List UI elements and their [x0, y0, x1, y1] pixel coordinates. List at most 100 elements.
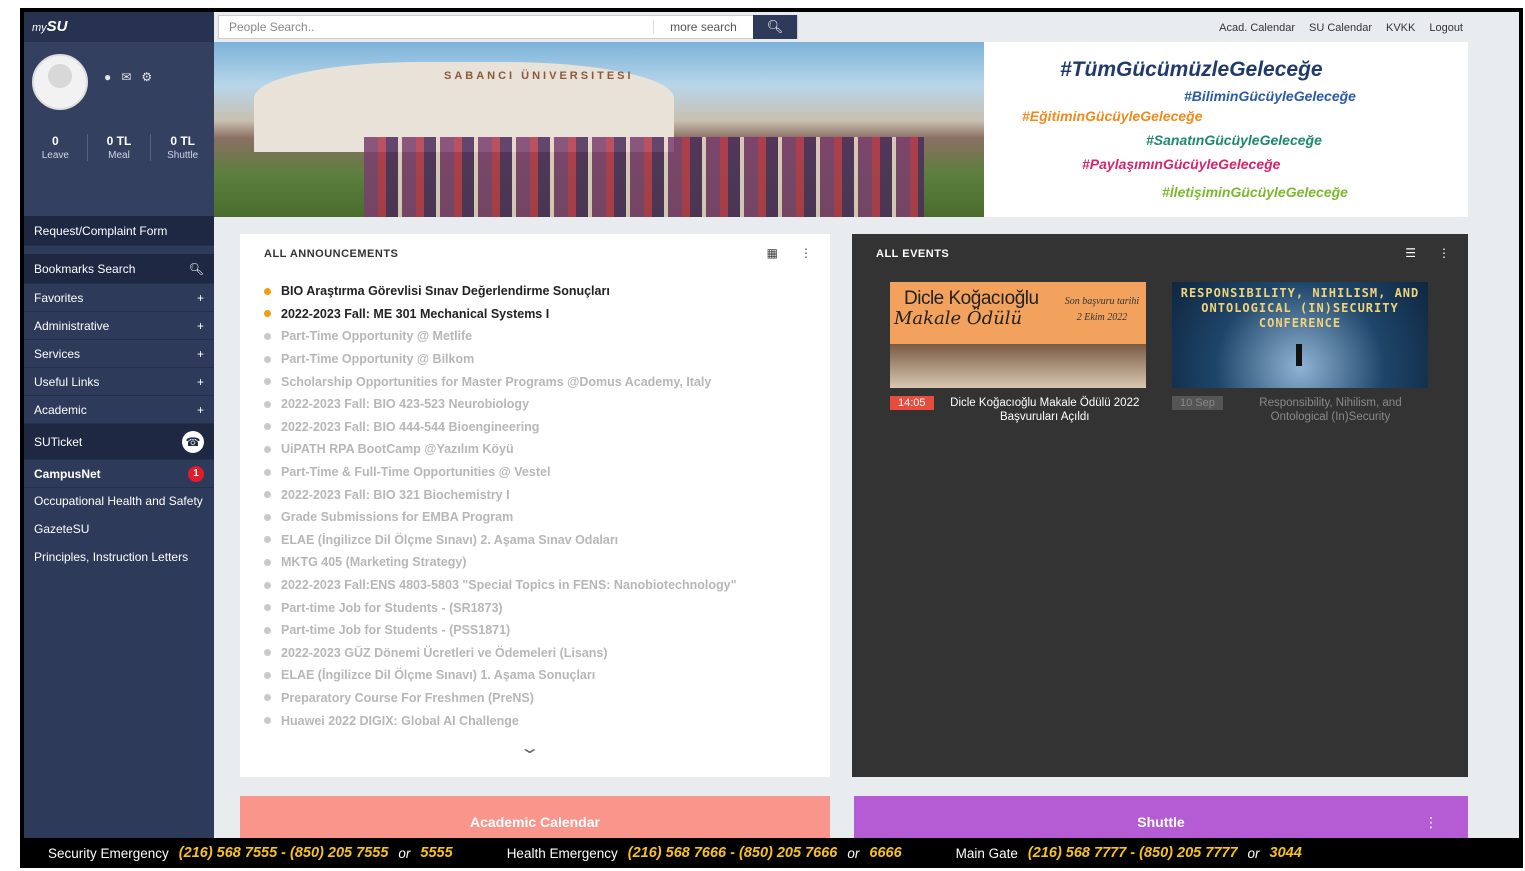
kvkk-link[interactable]: KVKK [1386, 22, 1415, 34]
chat-icon[interactable]: ☎ [182, 430, 204, 453]
search-icon[interactable]: 🔍︎ [189, 262, 204, 276]
sidebar-item-academic[interactable]: Academic + [24, 396, 214, 424]
plus-icon[interactable]: + [197, 375, 204, 389]
stat-leave[interactable]: 0 Leave [24, 134, 88, 161]
event-image-strip [890, 344, 1146, 388]
sidebar-item-label: Academic [34, 402, 87, 417]
announcement-text: Scholarship Opportunities for Master Pro… [281, 374, 712, 389]
profile-icons: ● ✉ ⚙ [104, 70, 152, 84]
more-vertical-icon[interactable]: ⋮ [800, 246, 812, 260]
announcement-item[interactable]: ELAE (İngilizce Dil Ölçme Sınavı) 1. Aşa… [264, 664, 737, 687]
announcement-item[interactable]: 2022-2023 Fall: BIO 321 Biochemistry I [264, 483, 737, 506]
bullet-icon [264, 717, 271, 725]
sidebar-item-suticket[interactable]: SUTicket ☎ [24, 424, 214, 460]
gear-icon[interactable]: ⚙ [141, 70, 152, 84]
event-meta: 14:05 Dicle Koğacıoğlu Makale Ödülü 2022… [890, 396, 1146, 424]
footer-phones[interactable]: (216) 568 7666 - (850) 205 7666 [628, 845, 838, 861]
footer-ext[interactable]: 5555 [420, 845, 452, 861]
sidebar-item-principles[interactable]: Principles, Instruction Letters [24, 544, 214, 572]
event-image-note: Son başvuru tarihi 2 Ekim 2022 [1064, 296, 1140, 323]
academic-calendar-card[interactable]: Academic Calendar [240, 796, 830, 842]
event-image[interactable]: RESPONSIBILITY, NIHILISM, AND ONTOLOGICA… [1172, 282, 1428, 388]
avatar[interactable] [32, 54, 88, 110]
shuttle-card[interactable]: Shuttle ⋮ [854, 796, 1468, 842]
sidebar-item-administrative[interactable]: Administrative + [24, 312, 214, 340]
announcement-item[interactable]: ELAE (İngilizce Dil Ölçme Sınavı) 2. Aşa… [264, 529, 737, 552]
acad-calendar-link[interactable]: Acad. Calendar [1219, 22, 1295, 34]
plus-icon[interactable]: + [197, 403, 204, 417]
announcement-text: UiPATH RPA BootCamp @Yazılım Köyü [281, 442, 514, 457]
bullet-icon [264, 558, 271, 566]
announcement-item[interactable]: MKTG 405 (Marketing Strategy) [264, 551, 737, 574]
stat-meal[interactable]: 0 TL Meal [88, 134, 152, 161]
su-calendar-link[interactable]: SU Calendar [1309, 22, 1372, 34]
plus-icon[interactable]: + [197, 347, 204, 361]
event-card[interactable]: RESPONSIBILITY, NIHILISM, AND ONTOLOGICA… [1172, 282, 1428, 424]
bullet-icon [264, 536, 271, 544]
footer-phones[interactable]: (216) 568 7777 - (850) 205 7777 [1028, 845, 1238, 861]
sidebar-item-services[interactable]: Services + [24, 340, 214, 368]
announcement-item[interactable]: Part-Time Opportunity @ Metlife [264, 325, 737, 348]
event-meta: 10 Sep Responsibility, Nihilism, and Ont… [1172, 396, 1428, 424]
announcement-item[interactable]: 2022-2023 Fall: BIO 423-523 Neurobiology [264, 393, 737, 416]
logo-prefix: my [32, 22, 47, 34]
footer-phones[interactable]: (216) 568 7555 - (850) 205 7555 [179, 845, 389, 861]
bullet-icon [264, 332, 271, 340]
user-icon[interactable]: ● [104, 70, 111, 84]
sidebar-item-occupational-health[interactable]: Occupational Health and Safety [24, 488, 214, 516]
mail-icon[interactable]: ✉ [121, 70, 131, 84]
sidebar-item-campusnet[interactable]: CampusNet 1 [24, 460, 214, 488]
plus-icon[interactable]: + [197, 319, 204, 333]
sidebar-item-label: Principles, Instruction Letters [34, 550, 189, 564]
bookmarks-search[interactable]: Bookmarks Search 🔍︎ [24, 254, 214, 284]
event-image-figure [1296, 344, 1302, 366]
more-search-button[interactable]: more search [653, 20, 753, 34]
sidebar-item-useful-links[interactable]: Useful Links + [24, 368, 214, 396]
announcement-item[interactable]: 2022-2023 Fall: ME 301 Mechanical System… [264, 303, 737, 326]
sidebar-item-gazetesu[interactable]: GazeteSU [24, 516, 214, 544]
announcement-item[interactable]: 2022-2023 GÜZ Dönemi Ücretleri ve Ödemel… [264, 642, 737, 665]
announcement-item[interactable]: Part-Time & Full-Time Opportunities @ Ve… [264, 461, 737, 484]
search-icon: 🔍︎ [766, 19, 784, 34]
plus-icon[interactable]: + [197, 291, 204, 305]
footer-ext[interactable]: 3044 [1270, 845, 1302, 861]
more-vertical-icon[interactable]: ⋮ [1424, 814, 1438, 831]
event-title[interactable]: Responsibility, Nihilism, and Ontologica… [1233, 396, 1428, 424]
announcement-item[interactable]: Scholarship Opportunities for Master Pro… [264, 370, 737, 393]
hashtag-banner: #TümGücümüzleGeleceğe #BiliminGücüyleGel… [984, 42, 1468, 217]
search-input[interactable]: People Search.. [219, 20, 653, 34]
announcement-item[interactable]: 2022-2023 Fall: BIO 444-544 Bioengineeri… [264, 416, 737, 439]
announcement-item[interactable]: Grade Submissions for EMBA Program [264, 506, 737, 529]
announcement-text: Part-Time Opportunity @ Bilkom [281, 352, 475, 367]
event-card[interactable]: Dicle Koğacıoğlu Makale Ödülü Son başvur… [890, 282, 1146, 424]
list-view-icon[interactable]: ☰ [1405, 246, 1416, 260]
event-image[interactable]: Dicle Koğacıoğlu Makale Ödülü Son başvur… [890, 282, 1146, 388]
sidebar-item-label: Bookmarks Search [34, 261, 136, 276]
search-button[interactable]: 🔍︎ [753, 15, 797, 39]
announcement-item[interactable]: BIO Araştırma Görevlisi Sınav Değerlendi… [264, 280, 737, 303]
event-image-title: Dicle Koğacıoğlu [904, 288, 1039, 309]
event-title[interactable]: Dicle Koğacıoğlu Makale Ödülü 2022 Başvu… [944, 396, 1146, 424]
grid-view-icon[interactable]: ▦ [767, 246, 778, 260]
announcement-text: 2022-2023 Fall: BIO 444-544 Bioengineeri… [281, 419, 540, 434]
announcement-item[interactable]: Huawei 2022 DIGIX: Global AI Challenge [264, 709, 737, 732]
bullet-icon [264, 378, 271, 386]
logout-link[interactable]: Logout [1429, 22, 1463, 34]
mysu-logo[interactable]: mySU [24, 12, 214, 42]
announcement-item[interactable]: Preparatory Course For Freshmen (PreNS) [264, 687, 737, 710]
profile-panel: ● ✉ ⚙ 0 Leave 0 TL Meal 0 TL Shuttle [24, 42, 214, 216]
sidebar-item-favorites[interactable]: Favorites + [24, 284, 214, 312]
request-complaint-form-link[interactable]: Request/Complaint Form [24, 216, 214, 246]
announcement-item[interactable]: Part-time Job for Students - (SR1873) [264, 596, 737, 619]
stat-shuttle[interactable]: 0 TL Shuttle [151, 134, 214, 161]
logo-name: SU [46, 18, 68, 35]
announcement-item[interactable]: UiPATH RPA BootCamp @Yazılım Köyü [264, 438, 737, 461]
bullet-icon [264, 626, 271, 634]
announcement-item[interactable]: Part-Time Opportunity @ Bilkom [264, 348, 737, 371]
announcement-item[interactable]: 2022-2023 Fall:ENS 4803-5803 "Special To… [264, 574, 737, 597]
more-vertical-icon[interactable]: ⋮ [1438, 246, 1450, 260]
footer-ext[interactable]: 6666 [869, 845, 901, 861]
announcement-item[interactable]: Part-time Job for Students - (PSS1871) [264, 619, 737, 642]
stat-value: 0 TL [170, 134, 196, 148]
chevron-down-icon[interactable]: ⌄ [519, 738, 540, 758]
